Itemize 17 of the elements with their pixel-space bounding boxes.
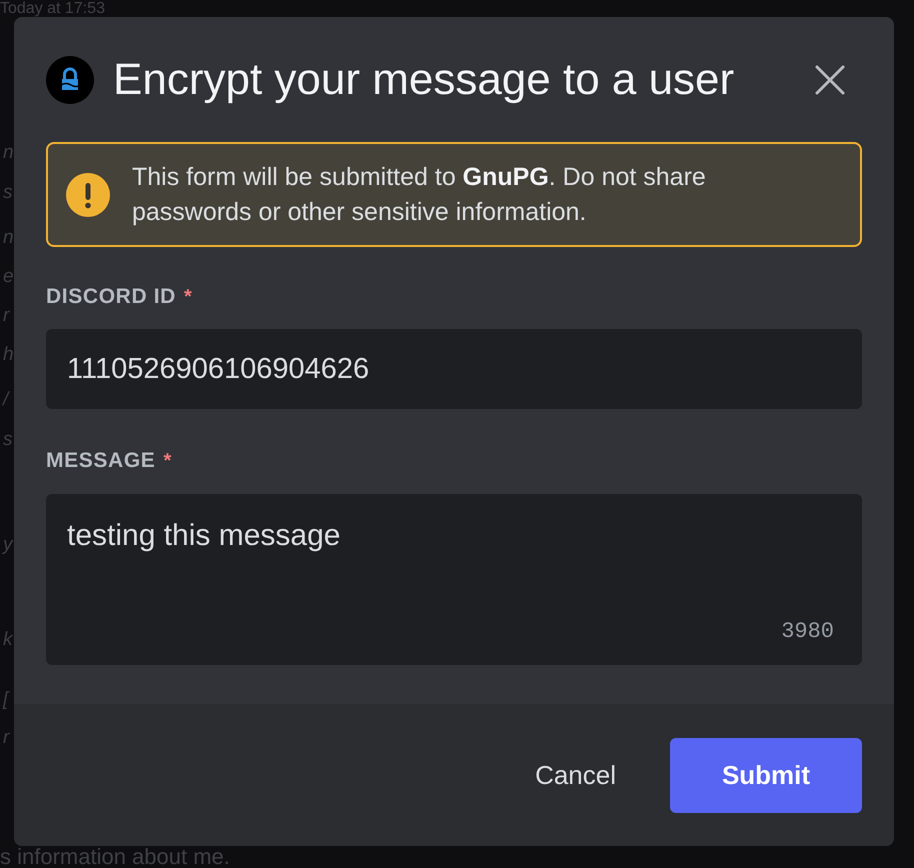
message-textarea[interactable]: testing this message 3980 <box>46 494 862 665</box>
field-label: MESSAGE <box>46 449 156 473</box>
required-asterisk: * <box>184 285 192 309</box>
text-input[interactable]: 1110526906106904626 <box>46 329 862 409</box>
warning-icon <box>66 172 110 216</box>
chat-text-fragment: [ <box>2 688 10 712</box>
warning-text: This form will be submitted to GnuPG. Do not share passwords or other sensitive information. <box>132 162 707 228</box>
required-asterisk: * <box>163 449 172 473</box>
chat-text-fragment: / <box>1 388 10 412</box>
close-icon <box>815 65 845 95</box>
cancel-button[interactable]: Cancel <box>519 738 632 812</box>
character-counter: 3980 <box>781 619 834 645</box>
field-label: DISCORD ID <box>46 285 176 309</box>
submit-button[interactable]: Submit <box>670 738 862 812</box>
padlock-logo-icon <box>46 56 94 104</box>
close-button[interactable] <box>815 65 845 95</box>
dialog-title: Encrypt your message to a user <box>113 56 736 104</box>
